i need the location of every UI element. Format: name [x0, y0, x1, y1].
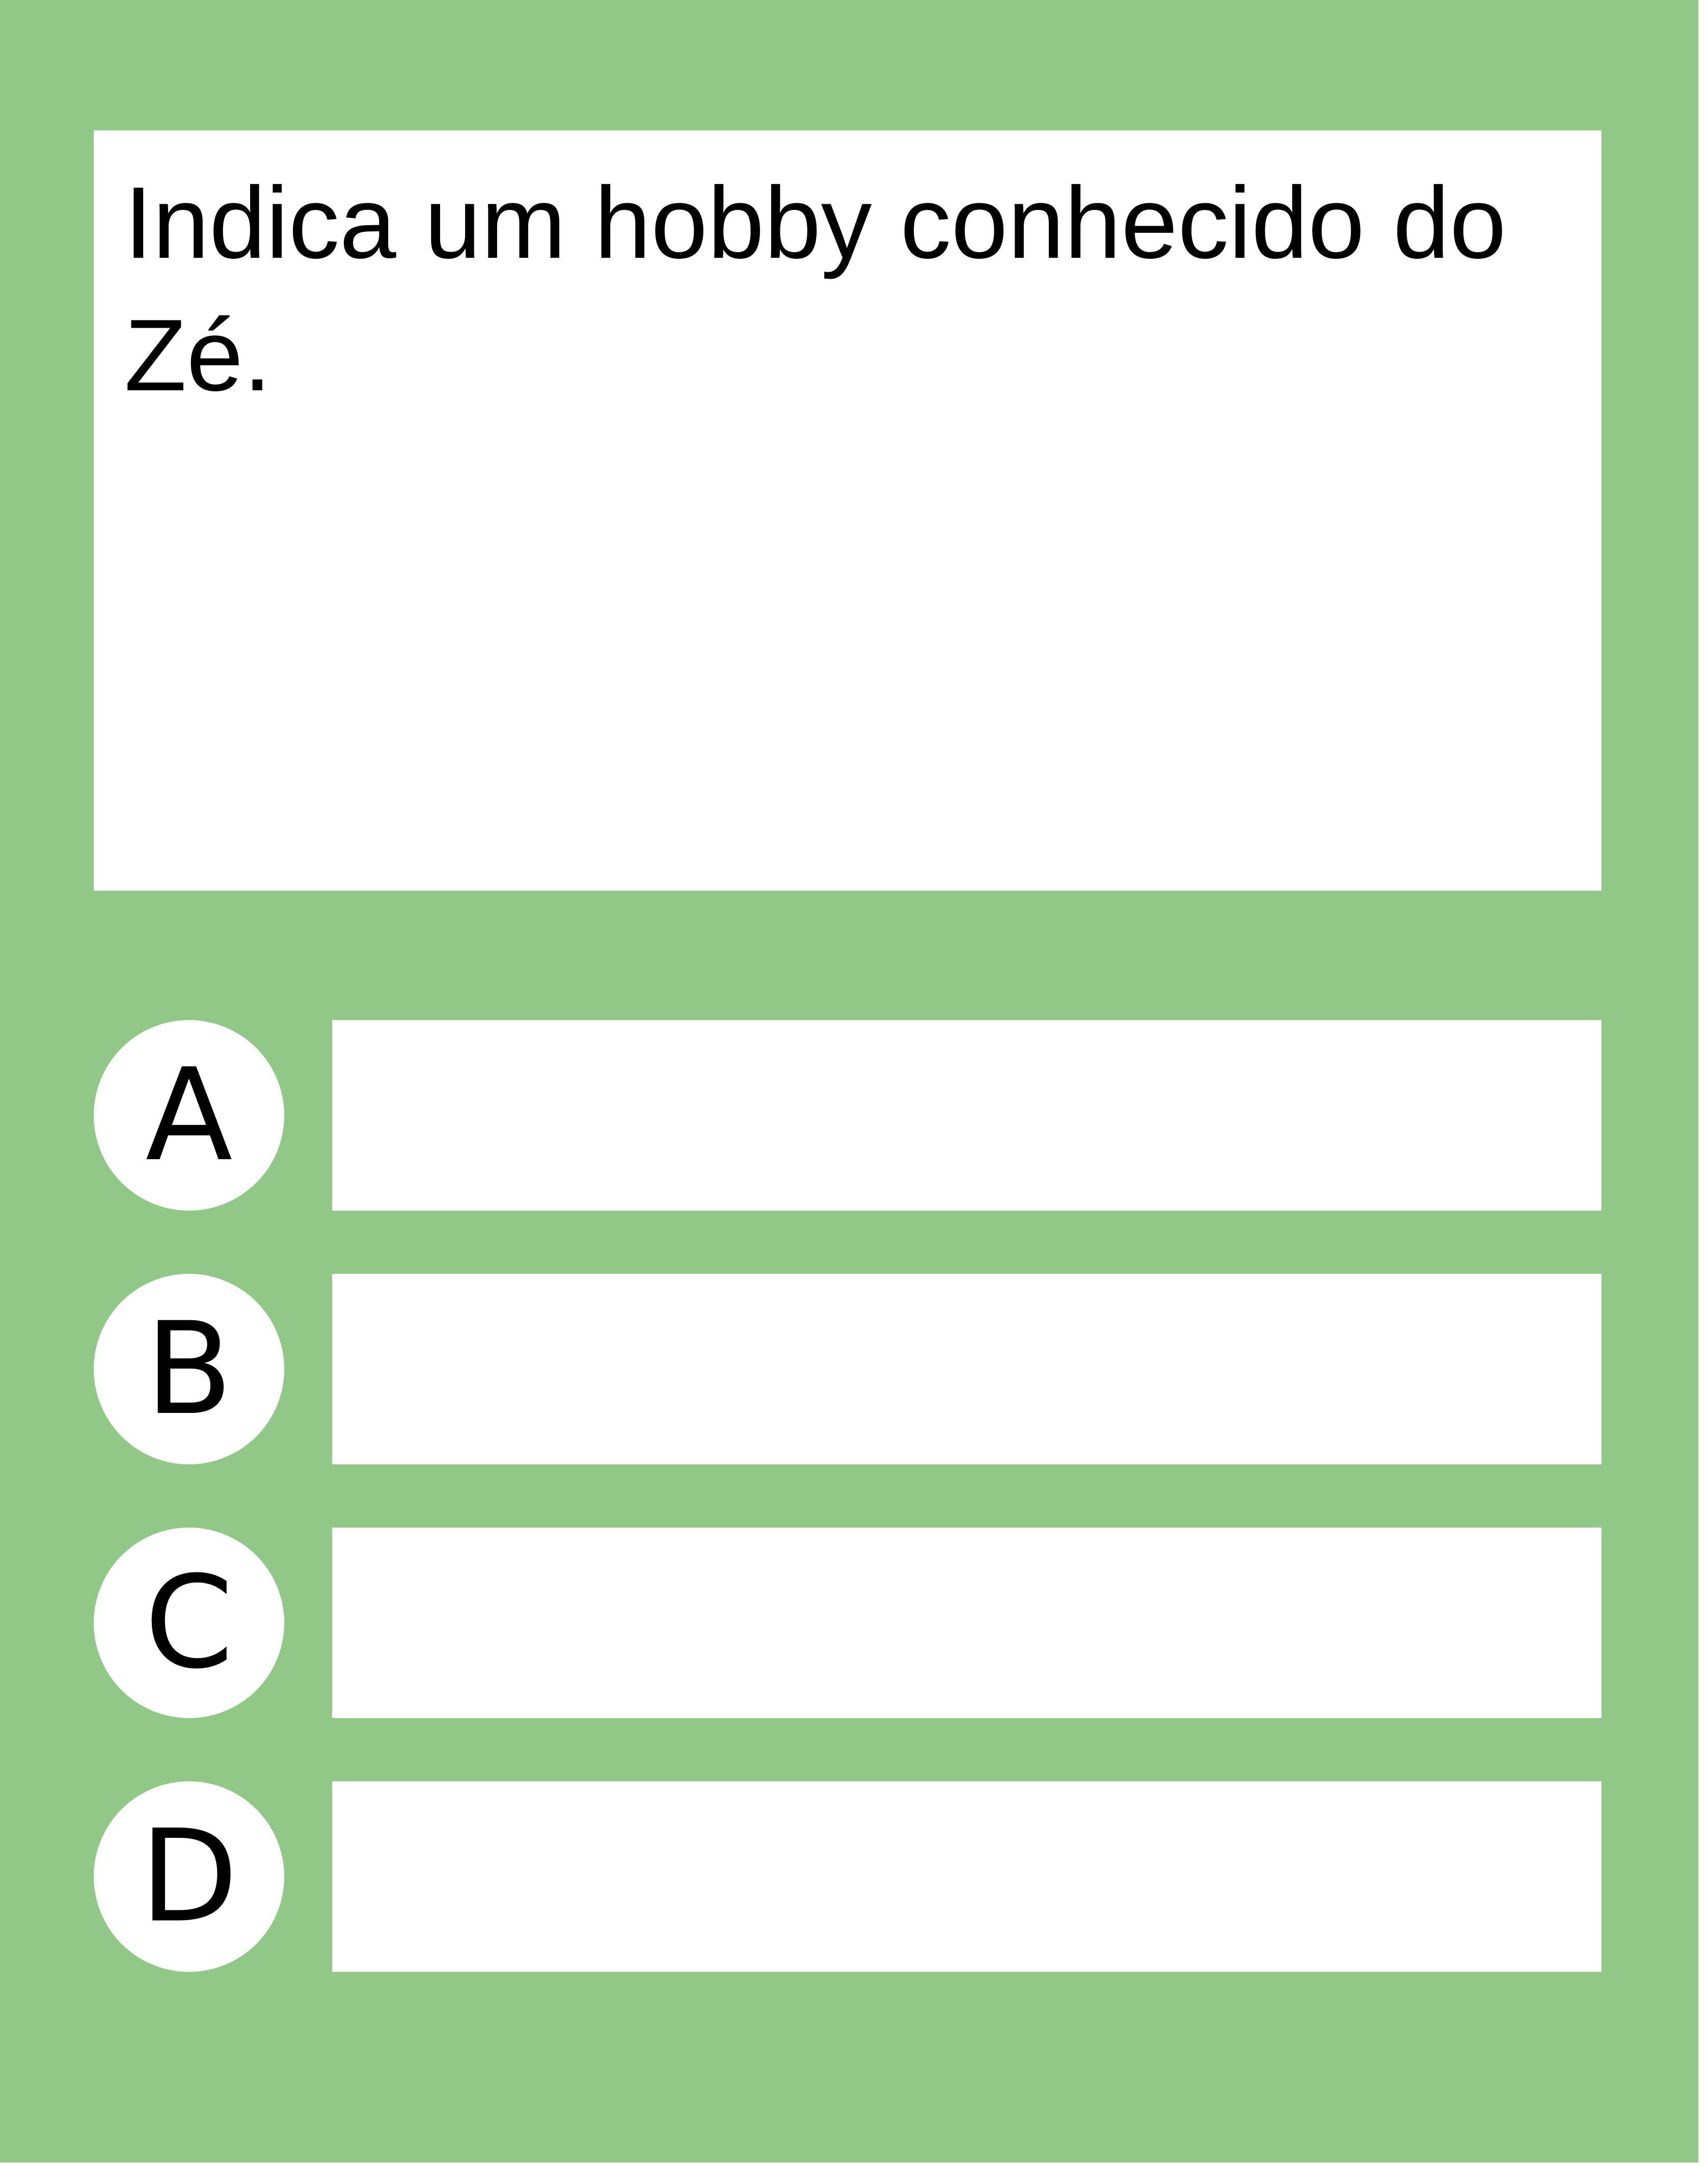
option-d-answer-field[interactable]	[332, 1781, 1602, 1972]
option-d[interactable]: D	[94, 1781, 1602, 1972]
question-box: Indica um hobby conhecido do Zé.	[94, 130, 1602, 891]
option-c[interactable]: C	[94, 1528, 1602, 1718]
quiz-card: Indica um hobby conhecido do Zé. A B C D	[0, 0, 1698, 2162]
option-c-letter: C	[144, 1548, 234, 1697]
option-d-letter: D	[140, 1802, 238, 1950]
option-c-answer-field[interactable]	[332, 1528, 1602, 1718]
option-b[interactable]: B	[94, 1274, 1602, 1464]
option-a-letter: A	[145, 1041, 233, 1189]
option-a-badge[interactable]: A	[94, 1020, 284, 1211]
option-c-badge[interactable]: C	[94, 1528, 284, 1718]
option-b-answer-field[interactable]	[332, 1274, 1602, 1464]
option-a[interactable]: A	[94, 1020, 1602, 1211]
question-text: Indica um hobby conhecido do Zé.	[124, 166, 1506, 412]
option-a-answer-field[interactable]	[332, 1020, 1602, 1211]
option-b-letter: B	[145, 1295, 233, 1443]
option-d-badge[interactable]: D	[94, 1781, 284, 1972]
option-b-badge[interactable]: B	[94, 1274, 284, 1464]
